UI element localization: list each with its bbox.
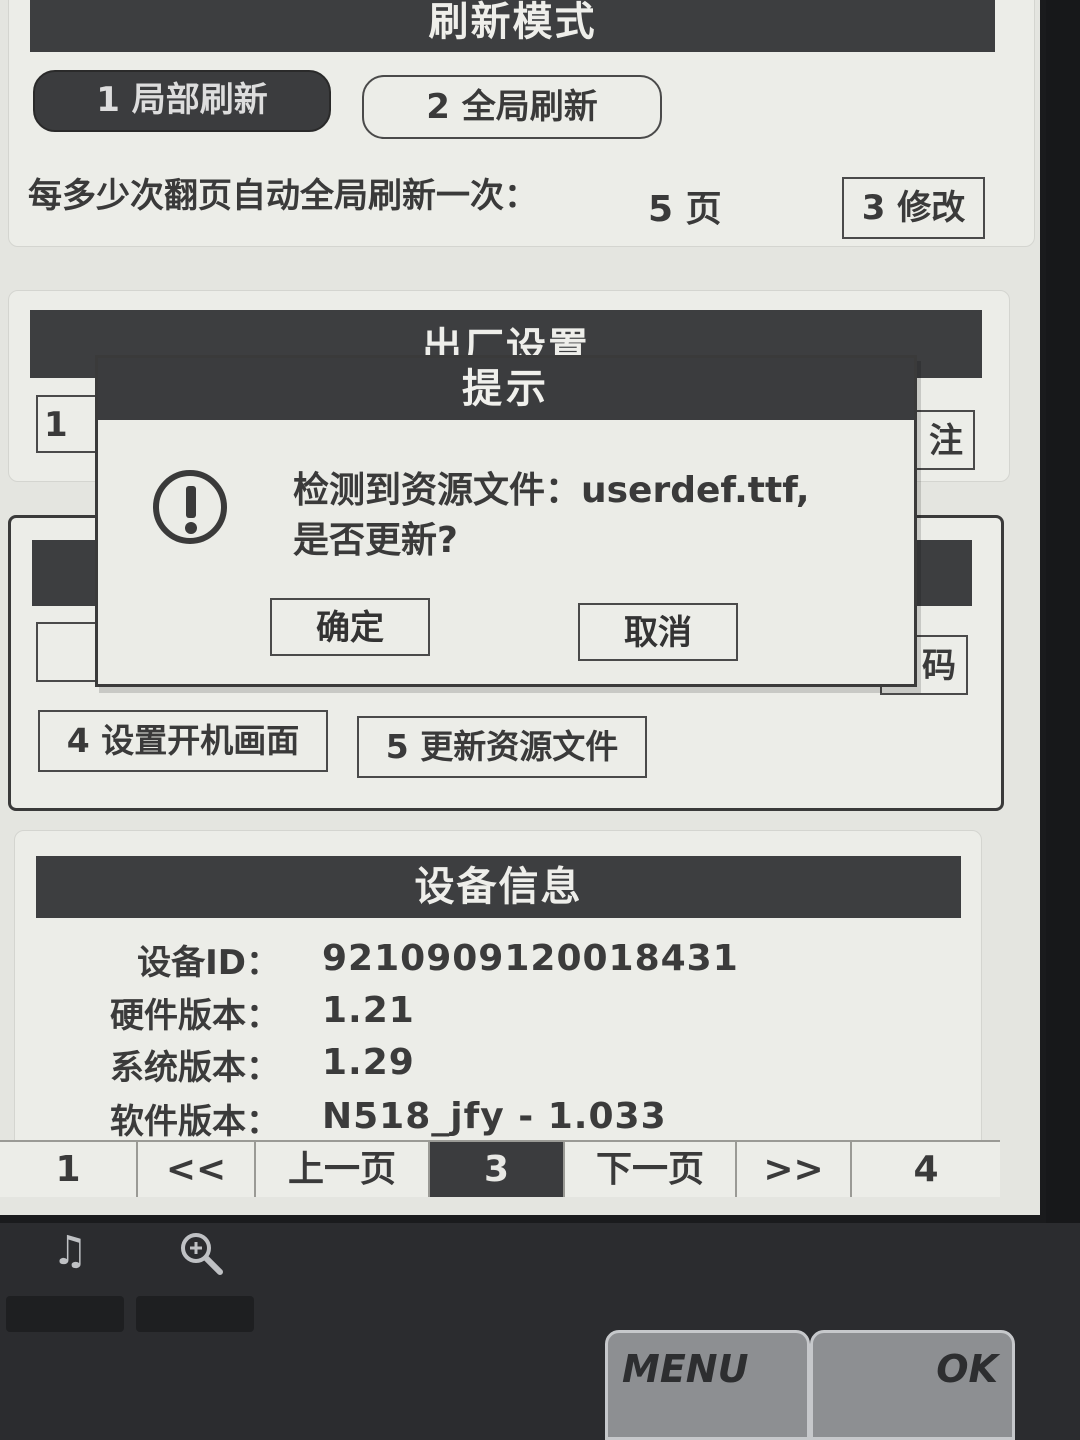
system-version-label: 系统版本：	[110, 1048, 280, 1088]
page-last-button[interactable]: 4	[852, 1142, 1000, 1197]
menu-hardware-button[interactable]: MENU	[605, 1330, 810, 1440]
page-current: 3	[430, 1142, 565, 1197]
page-next-button[interactable]: 下一页	[565, 1142, 737, 1197]
dialog-message: 检测到资源文件：userdef.ttf, 是否更新?	[293, 466, 810, 566]
device-info-title: 设备信息	[36, 856, 961, 918]
modify-interval-button[interactable]: 3 修改	[842, 177, 985, 239]
partial-refresh-button[interactable]: 1 局部刷新	[33, 70, 331, 132]
music-note-icon[interactable]: ♫	[52, 1228, 88, 1274]
device-id-value: 9210909120018431	[322, 938, 739, 979]
hardware-version-value: 1.21	[322, 990, 415, 1031]
system-version-value: 1.29	[322, 1042, 415, 1083]
hardware-version-label: 硬件版本：	[110, 996, 280, 1036]
dialog-message-line1: 检测到资源文件：userdef.ttf,	[293, 470, 810, 511]
dialog-title: 提示	[98, 358, 914, 420]
auto-refresh-label: 每多少次翻页自动全局刷新一次：	[28, 176, 538, 216]
ok-hardware-button[interactable]: OK	[810, 1330, 1015, 1440]
auto-refresh-value: 5 页	[648, 189, 722, 230]
exclamation-circle-icon	[153, 470, 227, 544]
set-boot-image-button[interactable]: 4 设置开机画面	[38, 710, 328, 772]
update-resource-button[interactable]: 5 更新资源文件	[357, 716, 647, 778]
zoom-in-icon[interactable]	[178, 1230, 224, 1286]
refresh-mode-title: 刷新模式	[30, 0, 995, 52]
device-bezel-right	[1046, 0, 1080, 1230]
page-prev-fast-button[interactable]: <<	[138, 1142, 256, 1197]
dialog-message-line2: 是否更新?	[293, 520, 458, 561]
full-refresh-button[interactable]: 2 全局刷新	[362, 75, 662, 139]
update-prompt-dialog: 提示 检测到资源文件：userdef.ttf, 是否更新? 确定 取消	[95, 355, 917, 687]
hardware-button-strip-left[interactable]	[6, 1296, 124, 1332]
page-prev-button[interactable]: 上一页	[256, 1142, 430, 1197]
device-id-label: 设备ID：	[137, 943, 280, 983]
software-version-label: 软件版本：	[110, 1102, 280, 1142]
device-screen: 刷新模式 1 局部刷新 2 全局刷新 每多少次翻页自动全局刷新一次： 5 页 3…	[0, 0, 1046, 1223]
hardware-button-strip-right[interactable]	[136, 1296, 254, 1332]
confirm-button[interactable]: 确定	[270, 598, 430, 656]
pagination-bar: 1 << 上一页 3 下一页 >> 4	[0, 1140, 1000, 1197]
page-first-button[interactable]: 1	[0, 1142, 138, 1197]
page-next-fast-button[interactable]: >>	[737, 1142, 852, 1197]
software-version-value: N518_jfy - 1.033	[322, 1096, 667, 1137]
cancel-button[interactable]: 取消	[578, 603, 738, 661]
